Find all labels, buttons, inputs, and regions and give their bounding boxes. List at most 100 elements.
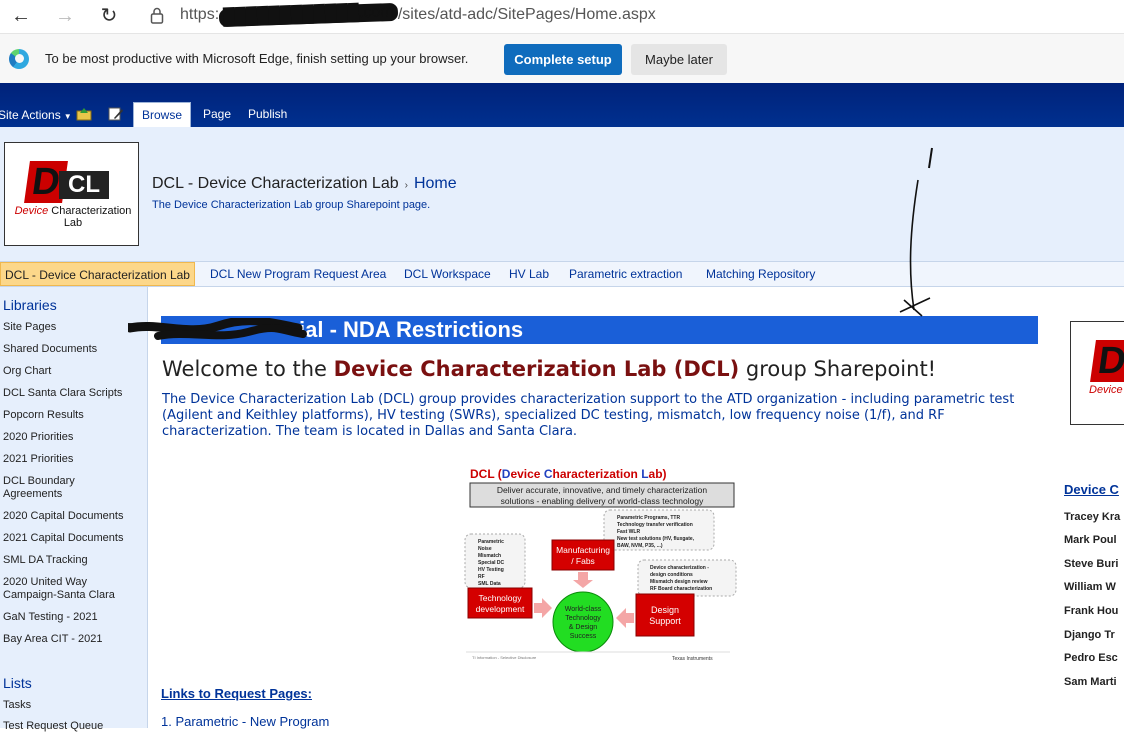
forward-arrow-icon[interactable]: → <box>52 4 78 28</box>
quick-launch: Libraries Site Pages Shared Documents Or… <box>0 287 148 732</box>
sharepoint-ribbon: Site Actions ▼ Browse Page Publish <box>0 83 1124 127</box>
url-path: /sites/atd-adc/SitePages/Home.aspx <box>397 6 656 23</box>
quicklaunch-item[interactable]: SML DA Tracking <box>3 554 143 567</box>
svg-text:Support: Support <box>649 616 681 626</box>
svg-text:Parametric: Parametric <box>478 539 504 545</box>
annotation-arrow-icon <box>899 147 933 317</box>
svg-text:Design: Design <box>651 605 679 615</box>
right-logo-caption: Device C <box>1089 384 1124 396</box>
svg-text:SML Data: SML Data <box>478 581 501 587</box>
logo-letters-cl: CL <box>59 171 109 199</box>
svg-text:Device characterization -: Device characterization - <box>650 565 709 571</box>
center-circle <box>552 591 614 653</box>
intro-paragraph: The Device Characterization Lab (DCL) gr… <box>162 392 1015 439</box>
logo-word-lab: Lab <box>63 217 83 229</box>
quicklaunch-item[interactable]: Tasks <box>3 699 143 712</box>
svg-text:Mismatch: Mismatch <box>478 553 501 559</box>
site-title[interactable]: DCL - Device Characterization Lab <box>152 175 399 192</box>
diagram-footer-left: TI Information - Selective Disclosure <box>472 655 537 660</box>
url-prefix: https: <box>180 6 220 23</box>
topnav-item-new-program-request[interactable]: DCL New Program Request Area <box>210 262 386 286</box>
tab-page[interactable]: Page <box>195 102 239 127</box>
mission-line-2: solutions - enabling delivery of world-c… <box>501 496 704 506</box>
quicklaunch-item[interactable]: Site Pages <box>3 321 143 334</box>
quicklaunch-item[interactable]: Shared Documents <box>3 343 143 356</box>
nda-banner-text: ial - NDA Restrictions <box>299 317 524 342</box>
right-column-heading[interactable]: Device C <box>1064 482 1119 497</box>
svg-text:Special DC: Special DC <box>478 560 505 566</box>
quicklaunch-item[interactable]: 2020 Capital Documents <box>3 510 143 523</box>
svg-text:Mismatch design review: Mismatch design review <box>650 579 708 585</box>
svg-text:Manufacturing: Manufacturing <box>556 545 610 555</box>
team-member-name: Tracey Kra <box>1064 511 1121 523</box>
edge-setup-message: To be most productive with Microsoft Edg… <box>45 51 469 66</box>
team-member-name: Django Tr <box>1064 629 1115 641</box>
svg-text:New test solutions (HV, fluxga: New test solutions (HV, fluxgate, <box>617 536 695 542</box>
back-arrow-icon[interactable]: ← <box>8 4 34 28</box>
topnav-item-hv-lab[interactable]: HV Lab <box>509 262 549 286</box>
box-design-support <box>635 593 695 637</box>
maybe-later-button[interactable]: Maybe later <box>631 44 727 75</box>
svg-text:Technology transfer verificati: Technology transfer verification <box>617 522 693 528</box>
quicklaunch-heading-lists[interactable]: Lists <box>3 675 32 691</box>
breadcrumb-home: Home <box>413 175 457 192</box>
team-member-name: Frank Hou <box>1064 605 1119 617</box>
quicklaunch-item[interactable]: 2021 Priorities <box>3 453 143 466</box>
lock-icon <box>150 7 164 24</box>
quicklaunch-item[interactable]: Popcorn Results <box>3 409 143 422</box>
navigate-up-icon[interactable] <box>76 107 92 121</box>
quicklaunch-item[interactable]: Test Request Queue <box>3 720 143 733</box>
team-member-name: William W <box>1064 581 1116 593</box>
welcome-suffix: group Sharepoint! <box>739 357 937 381</box>
dcl-logo[interactable]: D CL Device Characterization Lab <box>4 142 139 246</box>
svg-text:World-class: World-class <box>565 606 602 613</box>
team-member-name: Pedro Esc <box>1064 652 1118 664</box>
topnav-item-workspace[interactable]: DCL Workspace <box>404 262 491 286</box>
arrow-down <box>573 572 593 588</box>
arrow-left <box>616 608 634 628</box>
svg-text:Noise: Noise <box>478 546 492 552</box>
quicklaunch-item[interactable]: 2021 Capital Documents <box>3 532 143 545</box>
tab-browse[interactable]: Browse <box>133 102 192 127</box>
redaction-scribble <box>128 318 307 340</box>
team-member-name: Mark Poul <box>1064 534 1117 546</box>
svg-text:& Design: & Design <box>569 624 598 631</box>
complete-setup-button[interactable]: Complete setup <box>504 44 622 75</box>
dcl-overview-diagram: DCL (Device Characterization Lab) Delive… <box>464 467 737 662</box>
quicklaunch-item[interactable]: GaN Testing - 2021 <box>3 611 143 624</box>
quicklaunch-item[interactable]: Bay Area CIT - 2021 <box>3 633 143 646</box>
topnav-item-dcl-home[interactable]: DCL - Device Characterization Lab <box>0 262 195 286</box>
logo-word-device: Device <box>14 205 49 217</box>
svg-text:/ Fabs: / Fabs <box>571 556 595 566</box>
welcome-highlight: Device Characterization Lab (DCL) <box>333 357 740 381</box>
refresh-icon[interactable]: ↻ <box>96 4 122 28</box>
topnav-item-parametric-extraction[interactable]: Parametric extraction <box>569 262 682 286</box>
quicklaunch-heading-libraries[interactable]: Libraries <box>3 297 57 313</box>
right-logo-letter-d: D <box>1090 340 1124 382</box>
links-heading: Links to Request Pages: <box>161 686 312 701</box>
tab-publish[interactable]: Publish <box>240 102 295 127</box>
quicklaunch-item[interactable]: 2020 United Way Campaign-Santa Clara <box>3 576 133 602</box>
topnav-item-matching-repository[interactable]: Matching Repository <box>706 262 815 286</box>
svg-text:Success: Success <box>570 633 597 640</box>
quicklaunch-item[interactable]: Org Chart <box>3 365 143 378</box>
diagram-title: DCL (Device Characterization Lab) <box>470 467 667 481</box>
quicklaunch-item[interactable]: DCL Santa Clara Scripts <box>3 387 143 400</box>
svg-text:design conditions: design conditions <box>650 572 693 578</box>
link-parametric-new-program[interactable]: 1. Parametric - New Program <box>161 714 329 729</box>
welcome-prefix: Welcome to the <box>162 357 334 381</box>
url-field[interactable]: https: ████████████.com/sites/atd-adc/Sit… <box>180 2 656 28</box>
svg-text:Technology: Technology <box>478 593 522 603</box>
arrow-right <box>534 598 552 618</box>
logo-word-characterization: Characterization <box>51 205 132 217</box>
site-actions-menu[interactable]: Site Actions ▼ <box>0 108 72 122</box>
breadcrumb-separator: › <box>404 180 408 191</box>
team-member-name: Steve Buri <box>1064 558 1119 570</box>
edit-page-icon[interactable] <box>108 107 124 121</box>
quicklaunch-item[interactable]: DCL Boundary Agreements <box>3 475 103 501</box>
svg-text:RF Board characterization: RF Board characterization <box>650 586 712 592</box>
svg-text:BAW, NVM, P35, ...): BAW, NVM, P35, ...) <box>617 543 663 549</box>
svg-text:Parametric Programs, TTR: Parametric Programs, TTR <box>617 515 680 521</box>
edge-logo-icon <box>9 49 29 69</box>
quicklaunch-item[interactable]: 2020 Priorities <box>3 431 143 444</box>
